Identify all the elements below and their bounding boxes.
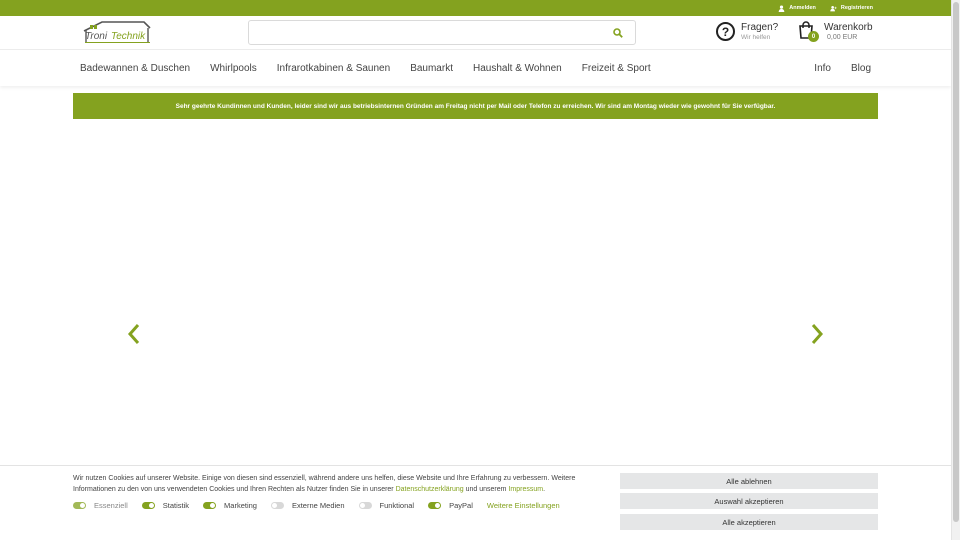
cookie-text-part2: und unserem bbox=[463, 485, 509, 493]
top-bar: Anmelden Registrieren bbox=[0, 0, 951, 16]
slider-next-button[interactable] bbox=[810, 323, 824, 345]
user-icon bbox=[778, 4, 785, 12]
register-link[interactable]: Registrieren bbox=[830, 5, 873, 12]
more-settings-link[interactable]: Weitere Einstellungen bbox=[487, 501, 560, 510]
toggle-label-funktional: Funktional bbox=[379, 501, 415, 510]
imprint-link[interactable]: Impressum bbox=[508, 486, 543, 493]
nav-item-info[interactable]: Info bbox=[814, 63, 831, 74]
slider-prev-button[interactable] bbox=[127, 323, 141, 345]
toggle-label-marketing: Marketing bbox=[224, 501, 257, 510]
cookie-toggles: Essenziell Statistik Marketing Externe M… bbox=[73, 501, 560, 510]
cookie-consent-bar: Wir nutzen Cookies auf unserer Website. … bbox=[0, 465, 951, 540]
page: Anmelden Registrieren Troni Technik ? Fr… bbox=[0, 0, 951, 540]
toggle-switch-marketing[interactable] bbox=[203, 502, 217, 509]
toggle-statistik[interactable]: Statistik bbox=[141, 501, 190, 510]
nav-item-freizeit[interactable]: Freizeit & Sport bbox=[582, 63, 651, 74]
toggle-funktional[interactable]: Funktional bbox=[358, 501, 415, 510]
register-label: Registrieren bbox=[840, 5, 873, 11]
chevron-left-icon bbox=[127, 324, 140, 344]
toggle-switch-externe-medien[interactable] bbox=[270, 502, 284, 509]
cookie-text-part3: . bbox=[543, 485, 546, 493]
user-plus-icon bbox=[830, 5, 837, 11]
shopping-bag-icon: 0 bbox=[798, 21, 819, 42]
nav-item-whirlpools[interactable]: Whirlpools bbox=[210, 63, 257, 74]
login-link[interactable]: Anmelden bbox=[778, 4, 816, 12]
main-nav: Badewannen & Duschen Whirlpools Infrarot… bbox=[0, 50, 951, 86]
nav-item-badewannen[interactable]: Badewannen & Duschen bbox=[80, 63, 190, 74]
privacy-link[interactable]: Datenschutzerklärung bbox=[396, 486, 464, 493]
cart-total: 0,00 EUR bbox=[827, 33, 858, 41]
search-box bbox=[248, 20, 636, 45]
logo[interactable]: Troni Technik bbox=[80, 19, 154, 47]
cookie-text: Wir nutzen Cookies auf unserer Website. … bbox=[73, 474, 593, 495]
nav-item-infrarotkabinen[interactable]: Infrarotkabinen & Saunen bbox=[277, 63, 390, 74]
accept-all-button[interactable]: Alle akzeptieren bbox=[620, 514, 878, 530]
accept-selection-button[interactable]: Auswahl akzeptieren bbox=[620, 493, 878, 509]
toggle-label-statistik: Statistik bbox=[162, 501, 190, 510]
toggle-label-externe-medien: Externe Medien bbox=[291, 501, 345, 510]
toggle-switch-funktional[interactable] bbox=[358, 502, 372, 509]
toggle-switch-statistik[interactable] bbox=[141, 502, 155, 509]
search-input[interactable] bbox=[249, 21, 599, 44]
scrollbar-thumb[interactable] bbox=[953, 2, 959, 522]
header: Troni Technik ? Fragen? Wir helfen 0 War… bbox=[0, 16, 951, 50]
toggle-switch-paypal[interactable] bbox=[428, 502, 442, 509]
nav-item-baumarkt[interactable]: Baumarkt bbox=[410, 63, 453, 74]
hero-slider bbox=[73, 126, 878, 466]
toggle-paypal[interactable]: PayPal bbox=[428, 501, 473, 510]
nav-item-blog[interactable]: Blog bbox=[851, 63, 871, 74]
toggle-label-paypal: PayPal bbox=[449, 501, 473, 510]
notice-banner: Sehr geehrte Kundinnen und Kunden, leide… bbox=[73, 93, 878, 119]
help-link[interactable]: ? Fragen? Wir helfen bbox=[716, 22, 778, 41]
page-scrollbar[interactable] bbox=[951, 0, 960, 540]
toggle-marketing[interactable]: Marketing bbox=[203, 501, 257, 510]
cart-title: Warenkorb bbox=[824, 21, 873, 33]
help-title: Fragen? bbox=[741, 22, 779, 33]
cart-count-badge: 0 bbox=[808, 31, 819, 42]
svg-text:Troni: Troni bbox=[85, 31, 108, 42]
chevron-right-icon bbox=[811, 324, 824, 344]
svg-text:Technik: Technik bbox=[111, 31, 146, 42]
toggle-essenziell: Essenziell bbox=[73, 501, 128, 510]
nav-item-haushalt[interactable]: Haushalt & Wohnen bbox=[473, 63, 562, 74]
toggle-label-essenziell: Essenziell bbox=[94, 501, 128, 510]
question-icon: ? bbox=[716, 22, 735, 41]
search-button[interactable] bbox=[611, 26, 625, 40]
toggle-externe-medien[interactable]: Externe Medien bbox=[270, 501, 345, 510]
cart-link[interactable]: 0 Warenkorb 0,00 EUR bbox=[798, 21, 873, 42]
nav-right: Info Blog bbox=[814, 50, 871, 86]
login-label: Anmelden bbox=[789, 5, 816, 11]
help-subtitle: Wir helfen bbox=[741, 34, 771, 41]
toggle-switch-essenziell bbox=[73, 502, 86, 509]
search-icon bbox=[613, 28, 623, 38]
reject-all-button[interactable]: Alle ablehnen bbox=[620, 473, 878, 489]
